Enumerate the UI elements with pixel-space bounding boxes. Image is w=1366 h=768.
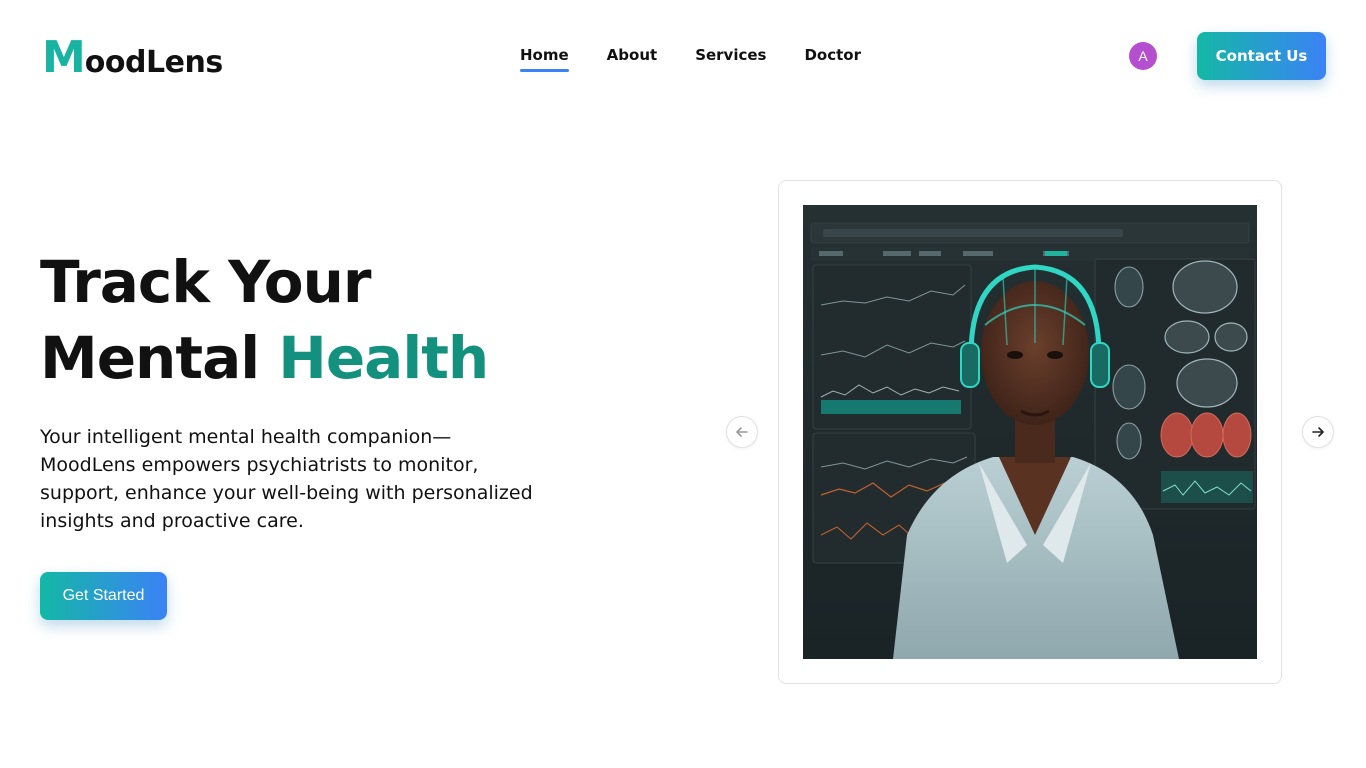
site-header: M oodLens Home About Services Doctor A C…: [0, 0, 1366, 112]
doctor-dashboard-illustration: [803, 205, 1257, 659]
brand-logo[interactable]: M oodLens: [42, 36, 223, 80]
arrow-left-icon: [736, 427, 748, 437]
hero-title-accent: Health: [278, 324, 489, 392]
hero-title-line2: Mental: [40, 324, 279, 392]
nav-services[interactable]: Services: [695, 46, 766, 72]
main-nav: Home About Services Doctor: [520, 46, 861, 72]
carousel-image: [803, 205, 1257, 659]
hero-description: Your intelligent mental health companion…: [40, 426, 533, 532]
hero-title-line1: Track Your: [40, 248, 371, 316]
carousel-prev-button[interactable]: [726, 416, 758, 448]
arrow-right-icon: [1312, 427, 1324, 437]
contact-us-button[interactable]: Contact Us: [1197, 32, 1326, 80]
get-started-button[interactable]: Get Started: [40, 572, 167, 620]
user-avatar[interactable]: A: [1129, 42, 1157, 70]
nav-doctor[interactable]: Doctor: [804, 46, 861, 72]
nav-home[interactable]: Home: [520, 46, 569, 72]
carousel-next-button[interactable]: [1302, 416, 1334, 448]
carousel-card: [778, 180, 1282, 684]
logo-initial: M: [42, 32, 86, 83]
logo-wordmark: oodLens: [84, 45, 223, 80]
hero-title: Track Your Mental Health: [40, 244, 489, 396]
nav-about[interactable]: About: [607, 46, 658, 72]
